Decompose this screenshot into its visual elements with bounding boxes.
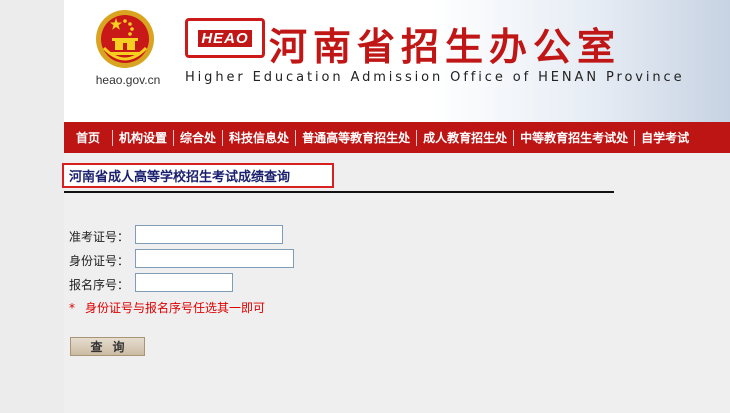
nav-item-organization[interactable]: 机构设置 — [112, 129, 173, 146]
form-note: * 身份证号与报名序号任选其一即可 — [69, 299, 265, 316]
page-title-box: 河南省成人高等学校招生考试成绩查询 — [62, 163, 334, 188]
id-number-input[interactable] — [135, 249, 294, 268]
national-emblem-icon — [94, 8, 156, 70]
main-nav: 首页 机构设置 综合处 科技信息处 普通高等教育招生处 成人教育招生处 中等教育… — [64, 122, 730, 153]
site-title-english: Higher Education Admission Office of HEN… — [185, 70, 685, 85]
query-button[interactable]: 查询 — [70, 337, 145, 356]
nav-item-tech-info[interactable]: 科技信息处 — [222, 129, 295, 146]
registration-number-input[interactable] — [135, 273, 233, 292]
nav-item-self-study-exam[interactable]: 自学考试 — [634, 129, 695, 146]
nav-item-higher-ed-admission[interactable]: 普通高等教育招生处 — [295, 129, 416, 146]
heao-logo-text: HEAO — [198, 29, 252, 47]
ticket-number-label: 准考证号： — [69, 230, 130, 244]
registration-number-label: 报名序号： — [69, 278, 130, 292]
nav-item-general-affairs[interactable]: 综合处 — [173, 129, 222, 146]
heao-logo: HEAO — [185, 18, 265, 58]
ticket-number-input[interactable] — [135, 225, 283, 244]
site-header-banner: heao.gov.cn HEAO 河南省招生办公室 Higher Educati… — [64, 0, 730, 122]
form-note-text: 身份证号与报名序号任选其一即可 — [85, 301, 266, 315]
left-margin — [0, 0, 64, 413]
nav-item-adult-ed-admission[interactable]: 成人教育招生处 — [416, 129, 513, 146]
site-title-chinese: 河南省招生办公室 — [269, 25, 622, 69]
id-number-label: 身份证号： — [69, 254, 130, 268]
title-divider — [64, 191, 614, 193]
site-url: heao.gov.cn — [95, 73, 161, 87]
nav-item-secondary-ed-exam[interactable]: 中等教育招生考试处 — [513, 129, 634, 146]
page-title: 河南省成人高等学校招生考试成绩查询 — [69, 170, 291, 185]
required-asterisk: * — [69, 301, 75, 315]
nav-item-home[interactable]: 首页 — [64, 130, 112, 146]
